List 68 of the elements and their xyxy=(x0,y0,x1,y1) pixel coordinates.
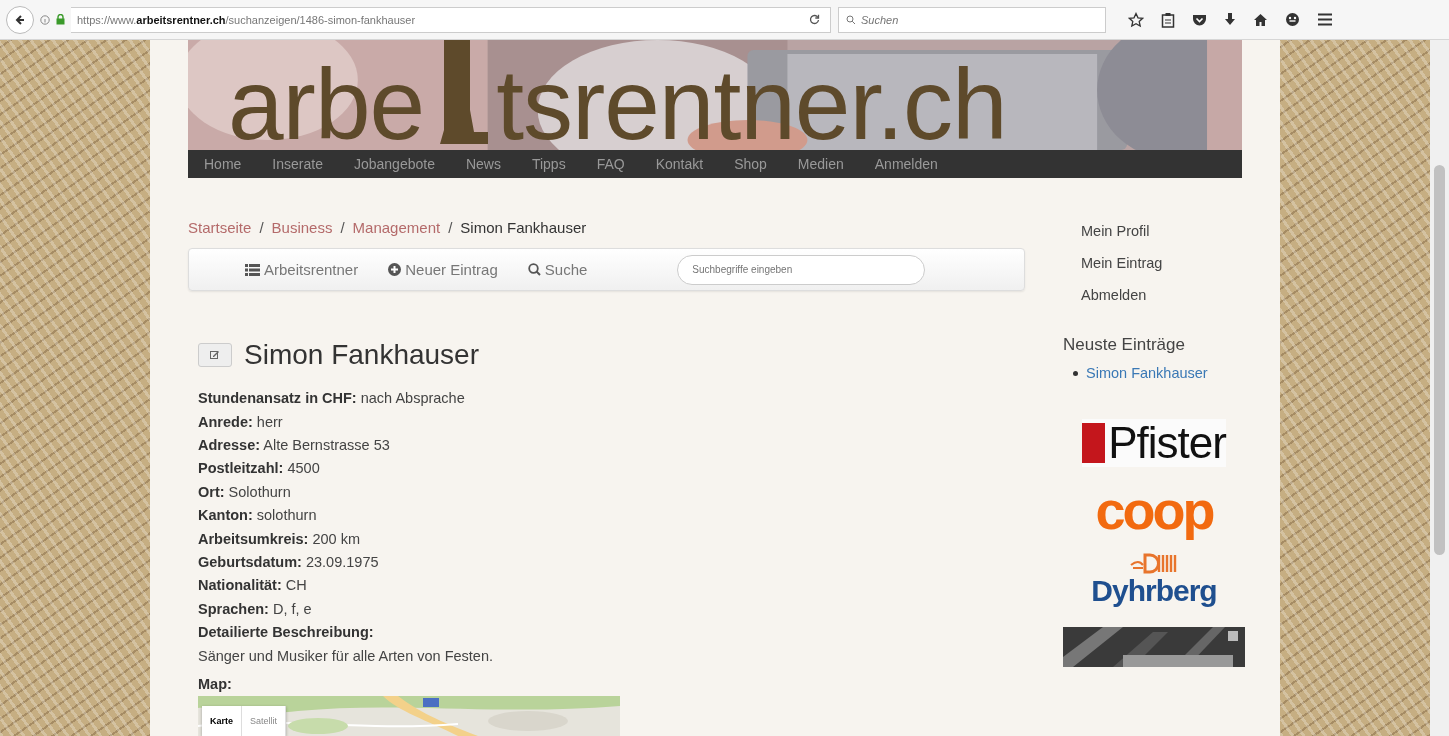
reload-icon[interactable] xyxy=(809,14,820,25)
field-text: Sprachen: D, f, e xyxy=(198,599,313,619)
description-text: Sänger und Musiker für alle Arten von Festen. xyxy=(198,646,494,666)
edit-icon xyxy=(210,350,220,361)
clipboard-icon[interactable] xyxy=(1161,11,1175,28)
field-text: Ort: Solothurn xyxy=(198,482,292,502)
smiley-icon[interactable] xyxy=(1285,12,1300,27)
menu-icon[interactable] xyxy=(1317,13,1333,26)
field-label: Detailierte Beschreibung: xyxy=(198,623,375,643)
home-icon[interactable] xyxy=(1253,12,1268,27)
download-icon[interactable] xyxy=(1224,12,1236,27)
url-field[interactable]: https://www.arbeitsrentner.ch/suchanzeigen/1486-simon-fankhauser xyxy=(71,6,831,33)
field-text: Anrede: herr xyxy=(198,412,284,432)
search-icon xyxy=(527,263,541,277)
user-menu-link[interactable]: Mein Profil xyxy=(1081,215,1150,247)
list-icon xyxy=(245,263,260,276)
sponsor-logo[interactable]: coop xyxy=(1091,479,1217,541)
breadcrumb-separator: / xyxy=(259,219,264,236)
search-field[interactable]: Suchen xyxy=(838,6,1106,33)
nav-link[interactable]: Anmelden xyxy=(874,156,938,172)
toolbar-link[interactable]: Arbeitsrentner xyxy=(245,261,359,279)
map-type-button[interactable]: Satellit xyxy=(242,706,287,736)
breadcrumb-link[interactable]: Business xyxy=(271,219,333,236)
back-arrow-icon xyxy=(14,13,26,26)
nav-link[interactable]: Medien xyxy=(797,156,844,172)
field-text: Nationalität: CH xyxy=(198,576,308,596)
field-text: Arbeitsumkreis: 200 km xyxy=(198,529,361,549)
nav-link[interactable]: Tipps xyxy=(531,156,566,172)
field-text: Postleitzahl: 4500 xyxy=(198,459,321,479)
field-text: Geburtsdatum: 23.09.1975 xyxy=(198,552,380,572)
recent-entry-link[interactable]: Simon Fankhauser xyxy=(1086,365,1208,381)
sponsor-logo[interactable]: Pfister xyxy=(1082,419,1226,467)
nav-link[interactable]: Kontakt xyxy=(655,156,704,172)
map-label: Map: xyxy=(198,676,233,692)
breadcrumb-current: Simon Fankhauser xyxy=(460,219,587,236)
sponsor-logo[interactable]: Dyhrberg xyxy=(1091,553,1217,607)
field-text: Kanton: solothurn xyxy=(198,506,318,526)
nav-link[interactable]: FAQ xyxy=(596,156,625,172)
bullet-icon xyxy=(1073,370,1078,376)
user-menu-link[interactable]: Mein Eintrag xyxy=(1081,247,1163,279)
nav-link[interactable]: Jobangebote xyxy=(353,156,435,172)
back-button[interactable] xyxy=(6,5,34,34)
field-text: Stundenansatz in CHF: nach Absprache xyxy=(198,389,466,409)
logo-text[interactable]: tsrentner.ch xyxy=(496,54,1007,154)
search-icon xyxy=(846,14,856,25)
entry-title: Simon Fankhauser xyxy=(244,339,479,372)
search-field[interactable]: Suchbegriffe eingeben xyxy=(677,254,926,285)
bookmark-star-icon[interactable] xyxy=(1128,11,1144,28)
toolbar-link[interactable]: Neuer Eintrag xyxy=(388,261,498,279)
lock-icon xyxy=(56,14,65,25)
toolbar-link[interactable]: Suche xyxy=(527,261,588,279)
map-type-button[interactable]: Karte xyxy=(202,706,242,736)
breadcrumb-separator: / xyxy=(340,219,345,236)
nav-link[interactable]: News xyxy=(465,156,501,172)
breadcrumb-link[interactable]: Startseite xyxy=(188,219,252,236)
plus-circle-icon xyxy=(388,263,402,277)
edit-button[interactable] xyxy=(198,343,232,368)
nav-link[interactable]: Inserate xyxy=(272,156,323,172)
nav-link[interactable]: Home xyxy=(204,156,242,172)
breadcrumb-separator: / xyxy=(448,219,453,236)
nav-link[interactable]: Shop xyxy=(734,156,767,172)
shield-icon[interactable] xyxy=(1192,12,1207,27)
logo-text[interactable]: arbe xyxy=(228,54,425,154)
field-text: Adresse: Alte Bernstrasse 53 xyxy=(198,435,391,455)
breadcrumb-link[interactable]: Management xyxy=(352,219,441,236)
scrollbar[interactable] xyxy=(1430,40,1449,736)
section-title: Neuste Einträge xyxy=(1063,335,1185,355)
user-menu-link[interactable]: Abmelden xyxy=(1081,279,1147,311)
